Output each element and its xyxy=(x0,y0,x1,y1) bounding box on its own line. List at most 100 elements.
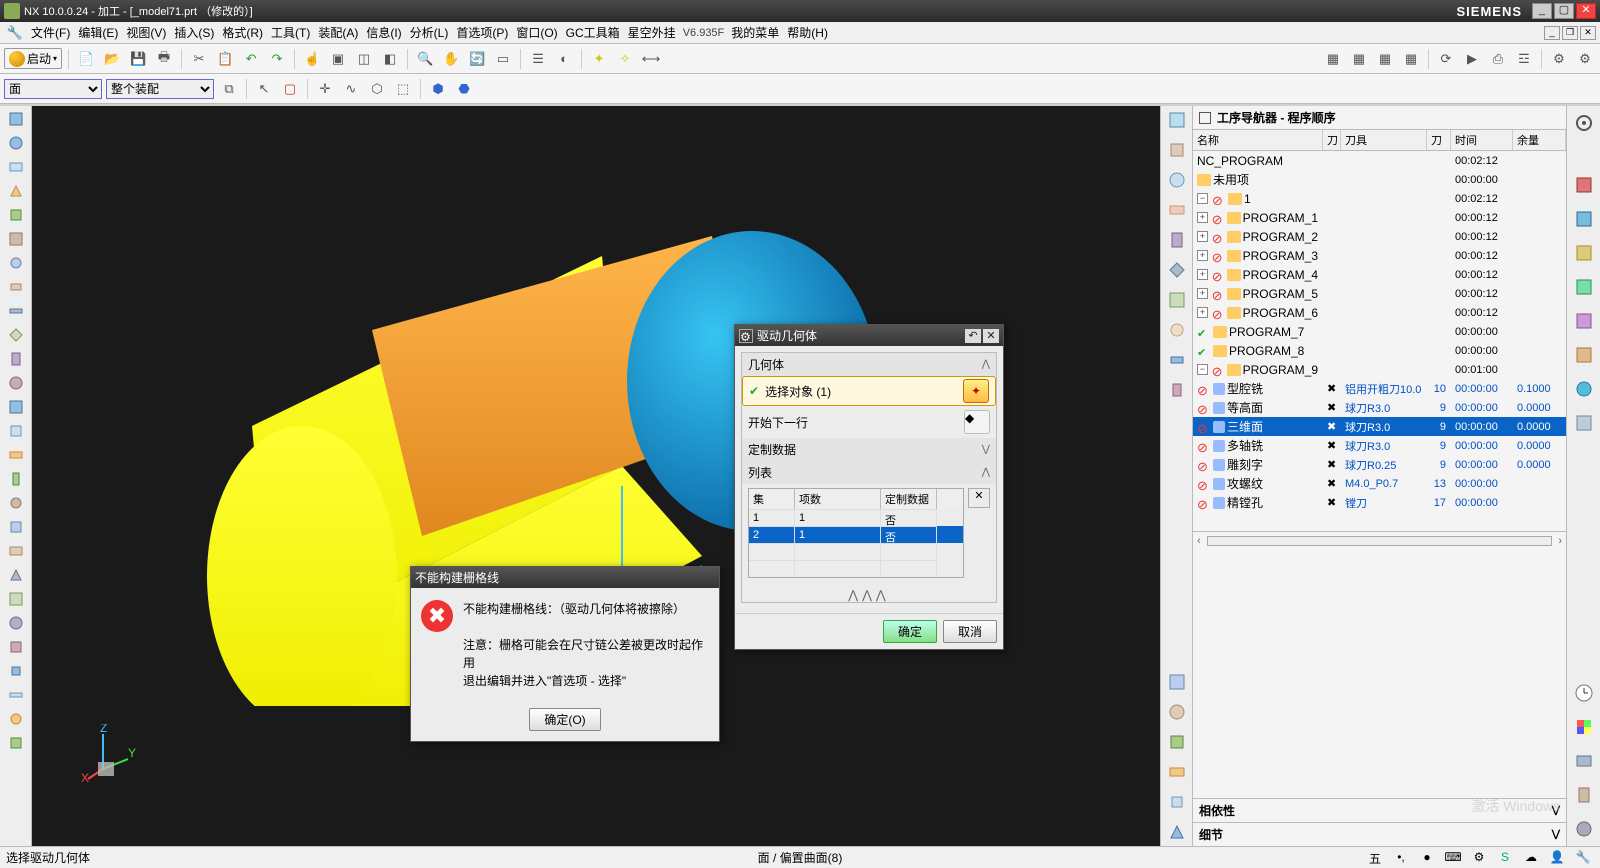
error-ok-button[interactable]: 确定(O) xyxy=(529,708,600,731)
cancel-button[interactable]: 取消 xyxy=(943,620,997,643)
print-icon[interactable]: 🖶 xyxy=(153,48,175,70)
left-icon[interactable] xyxy=(4,324,28,346)
menu-file[interactable]: 文件(F) xyxy=(28,22,73,43)
col-remain[interactable]: 余量 xyxy=(1513,130,1566,150)
close-button[interactable]: ✕ xyxy=(1576,3,1596,19)
menu-analysis[interactable]: 分析(L) xyxy=(407,22,452,43)
touch-icon[interactable]: ☝ xyxy=(301,48,323,70)
nav-row[interactable]: +PROGRAM_300:00:12 xyxy=(1193,246,1566,265)
left-icon[interactable] xyxy=(4,564,28,586)
left-icon[interactable] xyxy=(4,228,28,250)
nav-misc9-icon[interactable] xyxy=(1165,730,1189,754)
star-icon[interactable]: ✦ xyxy=(588,48,610,70)
nav-hscroll[interactable]: ‹› xyxy=(1193,531,1566,549)
new-icon[interactable]: 📄 xyxy=(75,48,97,70)
settings-icon[interactable] xyxy=(1571,110,1597,136)
ime-full-icon[interactable]: ● xyxy=(1416,849,1438,867)
collapse-arrows[interactable]: ⋀⋀⋀ xyxy=(742,586,996,602)
right-icon[interactable] xyxy=(1571,308,1597,334)
right-icon[interactable] xyxy=(1571,342,1597,368)
right-icon[interactable] xyxy=(1571,782,1597,808)
nav-row[interactable]: +PROGRAM_400:00:12 xyxy=(1193,265,1566,284)
section-geometry[interactable]: 几何体⋀ xyxy=(742,353,996,376)
cam-create-geom-icon[interactable]: ▦ xyxy=(1374,48,1396,70)
nav-row[interactable]: NC_PROGRAM00:02:12 xyxy=(1193,151,1566,170)
right-icon[interactable] xyxy=(1571,748,1597,774)
nx-menu-icon[interactable]: 🔧 xyxy=(4,22,26,44)
clip-icon[interactable]: ◐ xyxy=(553,48,575,70)
copy-icon[interactable]: 📋 xyxy=(214,48,236,70)
wcs-icon[interactable]: ⬢ xyxy=(427,78,449,100)
cam-verify-icon[interactable]: ▶ xyxy=(1461,48,1483,70)
ime-user-icon[interactable]: 👤 xyxy=(1546,849,1568,867)
left-icon[interactable] xyxy=(4,444,28,466)
nav-misc7-icon[interactable] xyxy=(1165,670,1189,694)
rotate-icon[interactable]: 🔄 xyxy=(466,48,488,70)
left-icon[interactable] xyxy=(4,252,28,274)
left-icon[interactable] xyxy=(4,588,28,610)
ime-icon[interactable]: 五 xyxy=(1364,849,1386,867)
mdi-close-icon[interactable]: ✕ xyxy=(1580,26,1596,40)
left-icon[interactable] xyxy=(4,516,28,538)
left-icon[interactable] xyxy=(4,708,28,730)
cam-create-tool-icon[interactable]: ▦ xyxy=(1348,48,1370,70)
clock-icon[interactable] xyxy=(1571,680,1597,706)
nav-row[interactable]: 型腔铣✖铝用开粗刀10.01000:00:000.1000 xyxy=(1193,379,1566,398)
right-icon[interactable] xyxy=(1571,376,1597,402)
nav-misc6-icon[interactable] xyxy=(1165,378,1189,402)
section-list[interactable]: 列表⋀ xyxy=(742,461,996,484)
cam-list-icon[interactable]: ☲ xyxy=(1513,48,1535,70)
ime-punct-icon[interactable]: •, xyxy=(1390,849,1412,867)
view-triad-icon[interactable]: Z Y X xyxy=(78,724,138,784)
left-icon[interactable] xyxy=(4,540,28,562)
list-row[interactable]: 11否 xyxy=(749,509,963,526)
zoom-icon[interactable]: 🔍 xyxy=(414,48,436,70)
drive-dialog-titlebar[interactable]: ⚙ 驱动几何体 ↶ ✕ xyxy=(735,325,1003,346)
filter-type-select[interactable]: 面 xyxy=(4,79,102,99)
ime-cloud-icon[interactable]: ☁ xyxy=(1520,849,1542,867)
menu-preferences[interactable]: 首选项(P) xyxy=(453,22,511,43)
sel-box-icon[interactable]: ▢ xyxy=(279,78,301,100)
left-icon[interactable] xyxy=(4,732,28,754)
left-icon[interactable] xyxy=(4,372,28,394)
left-icon[interactable] xyxy=(4,420,28,442)
left-icon[interactable] xyxy=(4,132,28,154)
nav-row[interactable]: 等高面✖球刀R3.0900:00:000.0000 xyxy=(1193,398,1566,417)
left-icon[interactable] xyxy=(4,276,28,298)
snap-rect-icon[interactable]: ⬚ xyxy=(392,78,414,100)
left-icon[interactable] xyxy=(4,180,28,202)
menu-gctoolbox[interactable]: GC工具箱 xyxy=(563,22,623,43)
snap-point-icon[interactable]: ✛ xyxy=(314,78,336,100)
undo-icon[interactable]: ↶ xyxy=(240,48,262,70)
right-icon[interactable] xyxy=(1571,410,1597,436)
filter-scope-select[interactable]: 整个装配 xyxy=(106,79,214,99)
left-icon[interactable] xyxy=(4,156,28,178)
nav-misc12-icon[interactable] xyxy=(1165,820,1189,844)
mdi-minimize-icon[interactable]: _ xyxy=(1544,26,1560,40)
left-icon[interactable] xyxy=(4,468,28,490)
left-icon[interactable] xyxy=(4,684,28,706)
menu-window[interactable]: 窗口(O) xyxy=(513,22,560,43)
menu-assembly[interactable]: 装配(A) xyxy=(315,22,361,43)
menu-info[interactable]: 信息(I) xyxy=(363,22,404,43)
left-icon[interactable] xyxy=(4,492,28,514)
left-icon[interactable] xyxy=(4,612,28,634)
nav-row[interactable]: +PROGRAM_600:00:12 xyxy=(1193,303,1566,322)
nav-program-icon[interactable] xyxy=(1165,108,1189,132)
ime-s-icon[interactable]: S xyxy=(1494,849,1516,867)
star2-icon[interactable]: ✧ xyxy=(614,48,636,70)
window2-icon[interactable]: ◫ xyxy=(353,48,375,70)
ime-gear-icon[interactable]: ⚙ xyxy=(1468,849,1490,867)
menu-insert[interactable]: 插入(S) xyxy=(171,22,217,43)
col-hc[interactable]: 刀 xyxy=(1323,130,1341,150)
section-custom-data[interactable]: 定制数据⋁ xyxy=(742,438,996,461)
nav-row[interactable]: +PROGRAM_200:00:12 xyxy=(1193,227,1566,246)
maximize-button[interactable]: ▢ xyxy=(1554,3,1574,19)
save-icon[interactable]: 💾 xyxy=(127,48,149,70)
right-icon[interactable] xyxy=(1571,172,1597,198)
dialog-reset-button[interactable]: ↶ xyxy=(965,329,981,343)
mdi-restore-icon[interactable]: ❐ xyxy=(1562,26,1578,40)
nav-misc3-icon[interactable] xyxy=(1165,288,1189,312)
next-row-button[interactable]: ◆ xyxy=(964,410,990,434)
nav-misc4-icon[interactable] xyxy=(1165,318,1189,342)
